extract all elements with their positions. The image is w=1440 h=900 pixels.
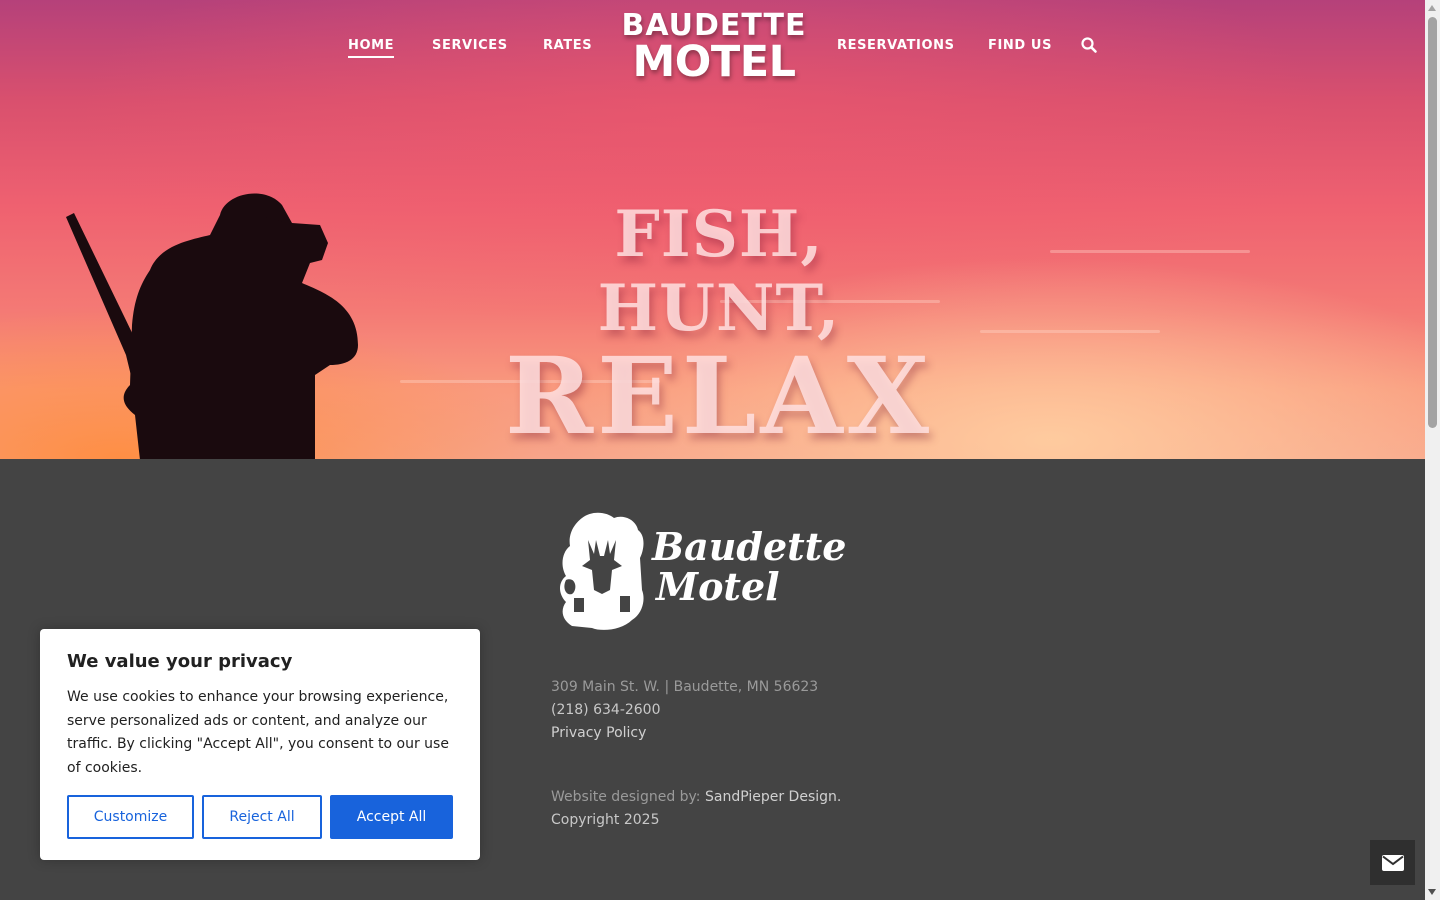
site-logo[interactable]: BAUDETTE MOTEL (619, 10, 809, 87)
scroll-down-arrow-icon[interactable] (1428, 889, 1436, 895)
designed-by-label: Website designed by: (551, 789, 701, 805)
nav-item-reservations[interactable]: RESERVATIONS (837, 38, 955, 53)
copyright-text: Copyright 2025 (551, 812, 660, 828)
site-logo-line2: MOTEL (632, 37, 796, 87)
hero-headline-line2: RELAX (505, 333, 933, 458)
main-navigation: HOME SERVICES RATES BAUDETTE MOTEL RESER… (0, 0, 1425, 90)
nav-item-find-us[interactable]: FIND US (988, 38, 1052, 53)
site-credits: Website designed by: SandPieper Design. … (551, 786, 841, 832)
footer-logo-line1: Baudette (652, 524, 847, 569)
footer-logo-text: Baudette Motel (652, 527, 846, 607)
cookie-title: We value your privacy (67, 651, 293, 672)
hero-headline-line1: FISH, HUNT, (597, 197, 841, 346)
footer-logo-line2: Motel (656, 564, 780, 609)
cloud-decoration (980, 330, 1160, 333)
cloud-decoration (1050, 250, 1250, 253)
page-scrollbar[interactable] (1425, 0, 1440, 900)
scroll-thumb[interactable] (1428, 17, 1437, 428)
privacy-policy-link[interactable]: Privacy Policy (551, 725, 646, 741)
hero-headline: FISH, HUNT, RELAX (484, 197, 954, 458)
accept-all-button[interactable]: Accept All (330, 795, 453, 839)
nav-item-services[interactable]: SERVICES (432, 38, 508, 53)
designer-link[interactable]: SandPieper Design. (705, 789, 841, 805)
contact-button[interactable] (1370, 840, 1415, 885)
scroll-up-arrow-icon[interactable] (1428, 5, 1436, 11)
cookie-body: We use cookies to enhance your browsing … (67, 689, 449, 776)
customize-button[interactable]: Customize (67, 795, 194, 839)
reject-all-button[interactable]: Reject All (202, 795, 322, 839)
nav-item-rates[interactable]: RATES (543, 38, 592, 53)
deer-logo-icon (560, 512, 644, 630)
envelope-icon (1381, 854, 1404, 871)
contact-info: 309 Main St. W. | Baudette, MN 56623 (21… (551, 676, 818, 745)
phone-number[interactable]: (218) 634-2600 (551, 699, 818, 722)
hunter-silhouette-image (66, 193, 358, 459)
cookie-consent-banner: We value your privacy We use cookies to … (40, 629, 480, 860)
nav-item-home[interactable]: HOME (348, 38, 395, 58)
search-icon[interactable] (1080, 36, 1100, 56)
address-text: 309 Main St. W. | Baudette, MN 56623 (551, 679, 819, 695)
